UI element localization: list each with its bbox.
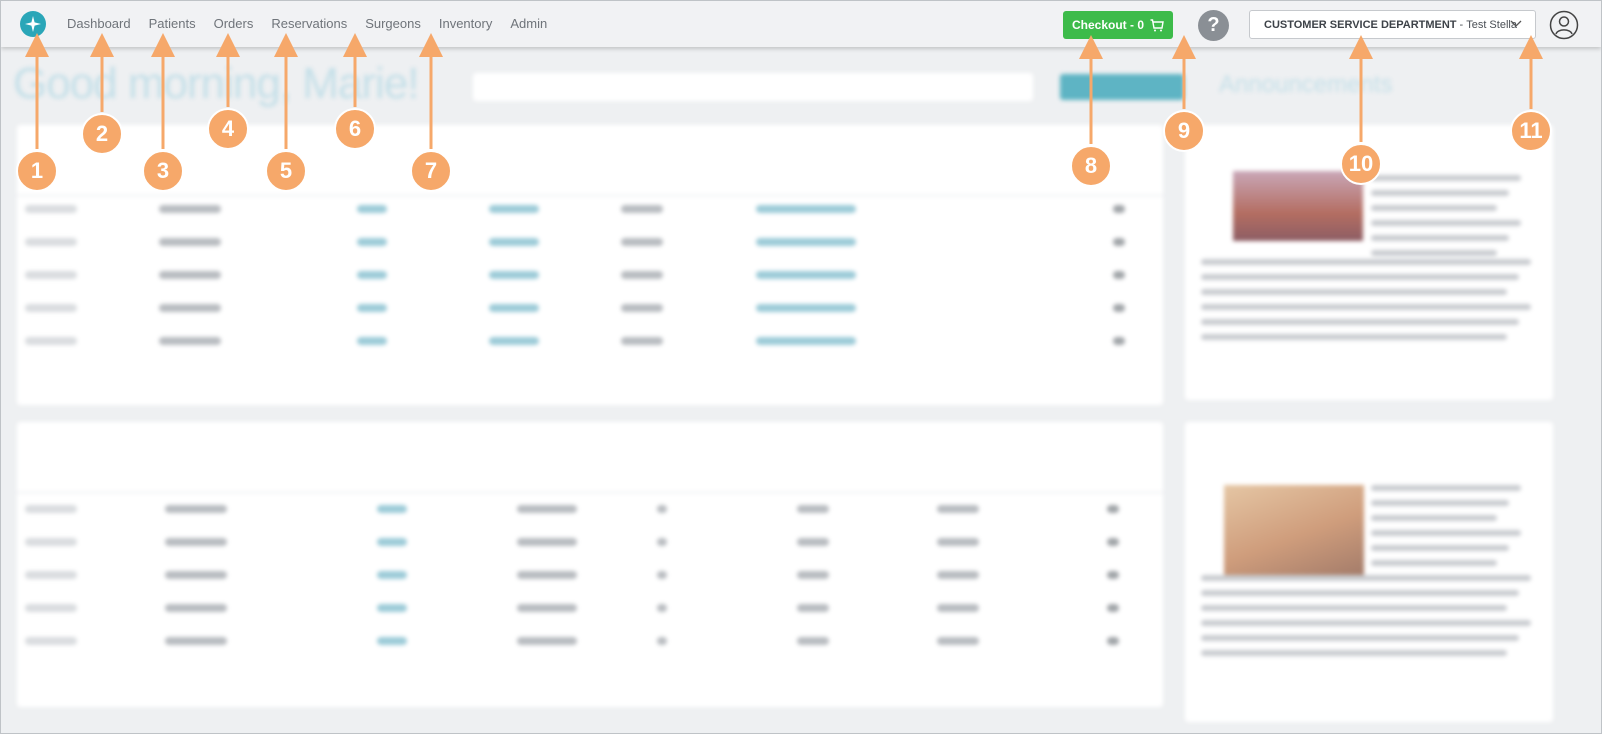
callout-badge: 6	[334, 108, 376, 150]
callout-badge: 3	[142, 150, 184, 192]
callout-badge: 11	[1510, 110, 1552, 152]
callout-badge: 8	[1070, 145, 1112, 187]
callout-badge: 7	[410, 150, 452, 192]
callout-badge: 9	[1163, 110, 1205, 152]
callout-badge: 4	[207, 108, 249, 150]
app-window: Good morning, Marie! Announcements Dashb…	[0, 0, 1602, 734]
callout-badge: 1	[16, 150, 58, 192]
callout-badge: 2	[81, 113, 123, 155]
callout-badge: 5	[265, 150, 307, 192]
callout-arrows	[25, 33, 1543, 149]
callout-badge: 10	[1340, 143, 1382, 185]
